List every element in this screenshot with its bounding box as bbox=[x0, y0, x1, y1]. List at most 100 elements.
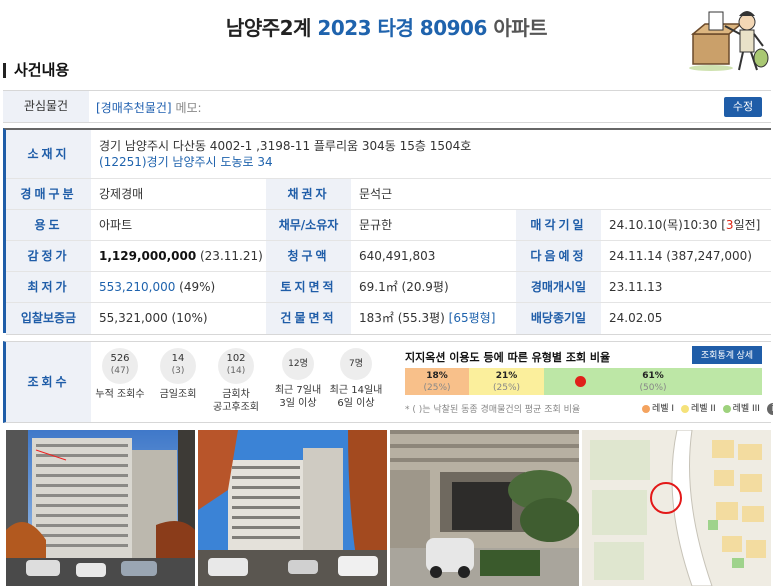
legend-label: 레벨 II bbox=[690, 404, 716, 414]
address-label: 소재지 bbox=[6, 130, 91, 178]
debtor-label: 채무/소유자 bbox=[266, 210, 351, 240]
min-price: 553,210,000 bbox=[99, 280, 176, 294]
location-map[interactable] bbox=[582, 430, 771, 586]
land-area-value: 69.1㎡ (20.9평) bbox=[359, 280, 449, 294]
view-ratio-title: 지지옥션 이용도 등에 따른 유형별 조회 비율 bbox=[405, 351, 611, 364]
court-location: 남양주2계 bbox=[225, 16, 312, 40]
sale-date-value: 24.10.10(목)10:30 [3일전] bbox=[601, 210, 771, 240]
stat-caption-line: 금회차 bbox=[222, 389, 250, 400]
info-row: 입찰보증금 55,321,000 (10%) 건물면적 183㎡ (55.3평)… bbox=[6, 303, 771, 335]
edit-button[interactable]: 수정 bbox=[724, 97, 762, 117]
stat-circle: 14 (3) bbox=[160, 348, 196, 384]
view-stat: 102 (14) 금회차 공고후조회 bbox=[205, 348, 267, 414]
view-stat: 12명 최근 7일내 3일 이상 bbox=[267, 348, 329, 410]
deposit-label: 입찰보증금 bbox=[6, 303, 91, 334]
next-date-value: 24.11.14 (387,247,000) bbox=[609, 249, 752, 263]
stat-caption: 금일조회 bbox=[159, 389, 197, 400]
legend-label: 레벨 I bbox=[652, 404, 675, 414]
info-row: 경매구분 강제경매 채권자 문석근 bbox=[6, 179, 771, 210]
views-label: 조회수 bbox=[6, 342, 91, 422]
stat-caption: 누적 조회수 bbox=[95, 389, 145, 400]
min-price-pct: (49%) bbox=[175, 280, 216, 294]
stat-value: 526 bbox=[110, 353, 130, 364]
case-number: 2023 타경 80906 bbox=[317, 16, 487, 40]
auction-type-label: 경매구분 bbox=[6, 179, 91, 209]
legend-swatch bbox=[642, 404, 650, 413]
pyeong-type-link[interactable]: [65평형] bbox=[449, 311, 496, 325]
usage-value: 아파트 bbox=[99, 218, 133, 232]
stat-value: 14 bbox=[171, 353, 185, 364]
info-row: 감정가 1,129,000,000 (23.11.21) 청구액 640,491… bbox=[6, 241, 771, 272]
info-row: 용도 아파트 채무/소유자 문규한 매각기일 24.10.10(목)10:30 … bbox=[6, 210, 771, 241]
view-stats-detail-button[interactable]: 조회통계 상세 bbox=[692, 346, 762, 364]
case-title: 남양주2계 2023 타경 80906 아파트 bbox=[0, 12, 773, 41]
stat-circle: 7명 bbox=[340, 348, 372, 380]
address-line: 경기 남양주시 다산동 4002-1 ,3198-11 플루리움 304동 15… bbox=[99, 139, 472, 153]
stat-caption-line: 3일 이상 bbox=[279, 398, 317, 409]
segment-pct: 18% bbox=[426, 371, 448, 381]
photo-image bbox=[198, 430, 387, 586]
stat-sub: (14) bbox=[226, 366, 246, 376]
interest-value: [경매추천물건] 메모: bbox=[96, 99, 202, 116]
days-left: 3 bbox=[725, 218, 734, 232]
appraisal-value: 1,129,000,000 (23.11.21) bbox=[91, 241, 266, 271]
property-type: 아파트 bbox=[493, 16, 548, 40]
legend-label: 레벨 III bbox=[732, 404, 760, 414]
min-price-value: 553,210,000 (49%) bbox=[91, 272, 266, 302]
usage-label: 용도 bbox=[6, 210, 91, 240]
stat-circle: 102 (14) bbox=[218, 348, 254, 384]
days-left-suffix: 일전] bbox=[733, 218, 761, 232]
stat-caption-line: 최근 14일내 bbox=[329, 385, 383, 396]
building-area-label: 건물면적 bbox=[266, 303, 351, 334]
view-stat: 14 (3) 금일조회 bbox=[147, 348, 209, 401]
appraisal-date: (23.11.21) bbox=[196, 249, 263, 263]
apartment-exterior-photo-2[interactable] bbox=[198, 430, 387, 586]
ratio-note: * ( )는 낙찰된 동종 경매물건의 평균 조회 비율 bbox=[405, 405, 581, 415]
deposit-value: 55,321,000 (10%) bbox=[99, 311, 208, 325]
building-area: 183㎡ (55.3평) bbox=[359, 311, 449, 325]
next-date-label: 다음예정 bbox=[516, 241, 601, 271]
appraisal-label: 감정가 bbox=[6, 241, 91, 271]
dividend-date-value: 24.02.05 bbox=[609, 311, 663, 325]
land-area-label: 토지면적 bbox=[266, 272, 351, 302]
view-stat: 7명 최근 14일내 6일 이상 bbox=[325, 348, 387, 410]
interest-label: 관심물건 bbox=[3, 91, 89, 122]
stat-value: 12명 bbox=[288, 359, 308, 369]
section-title: 사건내용 bbox=[3, 63, 69, 78]
min-price-label: 최저가 bbox=[6, 272, 91, 302]
stat-sub: (3) bbox=[171, 366, 185, 376]
sale-date: 24.10.10(목)10:30 [ bbox=[609, 218, 726, 232]
creditor-label: 채권자 bbox=[266, 179, 351, 209]
photo-image bbox=[6, 430, 195, 586]
creditor-value: 문석근 bbox=[359, 187, 393, 201]
stat-circle: 526 (47) bbox=[102, 348, 138, 384]
info-row: 최저가 553,210,000 (49%) 토지면적 69.1㎡ (20.9평)… bbox=[6, 272, 771, 303]
stat-sub: (47) bbox=[110, 366, 130, 376]
stat-value: 7명 bbox=[348, 359, 363, 369]
recommended-tag[interactable]: [경매추천물건] bbox=[96, 101, 172, 115]
stat-caption: 최근 7일내 3일 이상 bbox=[267, 384, 329, 410]
apartment-entrance-photo[interactable] bbox=[390, 430, 579, 586]
legend-item: 레벨 I bbox=[638, 404, 674, 414]
auction-type-value: 강제경매 bbox=[99, 187, 144, 201]
legend-item: 레벨 II bbox=[677, 404, 716, 414]
stat-circle: 12명 bbox=[282, 348, 314, 380]
address-row: 소재지 경기 남양주시 다산동 4002-1 ,3198-11 플루리움 304… bbox=[6, 130, 771, 179]
start-date-value: 23.11.13 bbox=[609, 280, 663, 294]
info-icon[interactable]: i bbox=[766, 402, 773, 415]
legend-item: 레벨 III bbox=[719, 404, 760, 414]
case-info-table: 소재지 경기 남양주시 다산동 4002-1 ,3198-11 플루리움 304… bbox=[3, 128, 771, 335]
photo-image bbox=[390, 430, 579, 586]
interest-row: 관심물건 [경매추천물건] 메모: 수정 bbox=[3, 90, 771, 123]
road-address-link[interactable]: (12251)경기 남양주시 도농로 34 bbox=[99, 154, 771, 170]
segment-pct: 21% bbox=[495, 371, 518, 381]
stat-caption: 최근 14일내 6일 이상 bbox=[325, 384, 387, 410]
map-image bbox=[582, 430, 771, 586]
legend-swatch bbox=[722, 404, 731, 413]
address-value: 경기 남양주시 다산동 4002-1 ,3198-11 플루리움 304동 15… bbox=[91, 130, 771, 178]
claim-value: 640,491,803 bbox=[359, 249, 436, 263]
apartment-exterior-photo-1[interactable] bbox=[6, 430, 195, 586]
segment-avg: (25%) bbox=[492, 383, 521, 393]
memo-label: 메모: bbox=[175, 101, 202, 115]
start-date-label: 경매개시일 bbox=[516, 272, 601, 302]
